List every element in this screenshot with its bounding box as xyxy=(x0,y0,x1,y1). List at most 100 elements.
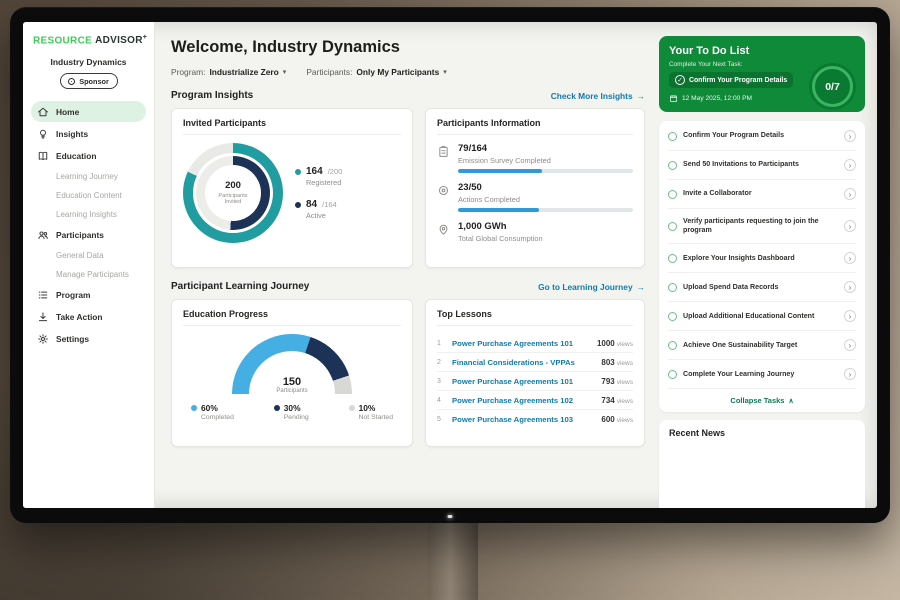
task-checkbox xyxy=(668,254,677,263)
gauge-center-value: 150 xyxy=(232,376,352,388)
education-gauge-chart: 150 Participants xyxy=(232,334,352,394)
sidebar-item-general-data[interactable]: General Data xyxy=(31,246,146,264)
donut-center-label: Participants Invited xyxy=(213,193,253,206)
task-checkbox xyxy=(668,132,677,141)
task-row-upload-educational-content[interactable]: Upload Additional Educational Content › xyxy=(668,302,856,331)
info-progress-fill xyxy=(458,208,539,212)
nav-label: Learning Journey xyxy=(56,172,118,181)
info-label: Emission Survey Completed xyxy=(458,156,633,165)
task-row-verify-participants[interactable]: Verify participants requesting to join t… xyxy=(668,209,856,244)
lesson-link[interactable]: Financial Considerations - VPPAs xyxy=(452,358,594,367)
sidebar-item-participants[interactable]: Participants xyxy=(31,224,146,245)
survey-icon xyxy=(437,145,450,158)
lesson-link[interactable]: Power Purchase Agreements 101 xyxy=(452,377,594,386)
nav-label: General Data xyxy=(56,251,104,260)
sidebar-item-settings[interactable]: Settings xyxy=(31,328,146,349)
legend-label: Active xyxy=(306,211,342,220)
chevron-right-icon: › xyxy=(844,281,856,293)
invited-legend: 164 /200 Registered 84 /164 xyxy=(295,166,342,220)
sidebar-item-manage-participants[interactable]: Manage Participants xyxy=(31,265,146,283)
arrow-right-icon: → xyxy=(637,91,645,101)
info-label: Actions Completed xyxy=(458,195,633,204)
learning-journey-title: Participant Learning Journey xyxy=(171,281,309,292)
participants-filter-value: Only My Participants xyxy=(356,67,439,77)
lesson-row: 1 Power Purchase Agreements 101 1000view… xyxy=(437,334,633,353)
logo-resource: RESOURCE xyxy=(33,35,92,46)
lesson-row: 4 Power Purchase Agreements 102 734views xyxy=(437,391,633,410)
nav-label: Program xyxy=(56,290,90,300)
task-row-invite-collaborator[interactable]: Invite a Collaborator › xyxy=(668,180,856,209)
program-insights-header: Program Insights Check More Insights → xyxy=(171,90,645,101)
main-content: Welcome, Industry Dynamics Program: Indu… xyxy=(155,22,655,508)
sidebar-item-learning-journey[interactable]: Learning Journey xyxy=(31,167,146,185)
task-row-send-invitations[interactable]: Send 50 Invitations to Participants › xyxy=(668,151,856,180)
task-checkbox xyxy=(668,222,677,231)
sidebar-item-take-action[interactable]: Take Action xyxy=(31,306,146,327)
chevron-right-icon: › xyxy=(844,188,856,200)
task-row-complete-learning-journey[interactable]: Complete Your Learning Journey › xyxy=(668,360,856,389)
card-title: Top Lessons xyxy=(437,309,633,326)
task-checkbox xyxy=(668,190,677,199)
sidebar-item-learning-insights[interactable]: Learning Insights xyxy=(31,205,146,223)
gauge-center-label: Participants xyxy=(232,388,352,394)
legend-not-started: 10% Not Started xyxy=(349,403,393,421)
lesson-rank: 1 xyxy=(437,340,445,347)
lesson-rank: 3 xyxy=(437,378,445,385)
task-checkbox xyxy=(668,341,677,350)
next-task-chip[interactable]: ✓ Confirm Your Program Details xyxy=(669,72,793,88)
chevron-down-icon: ▾ xyxy=(283,68,287,76)
info-value: 23/50 xyxy=(458,182,633,193)
go-to-learning-journey-link[interactable]: Go to Learning Journey → xyxy=(538,282,645,292)
lesson-views: 793views xyxy=(601,377,633,386)
collapse-tasks-link[interactable]: Collapse Tasks∧ xyxy=(668,389,856,408)
page-title: Welcome, Industry Dynamics xyxy=(171,38,645,57)
nav-label: Manage Participants xyxy=(56,270,129,279)
participants-information-card: Participants Information 79/164 Emission… xyxy=(425,108,645,268)
program-insights-cards: Invited Participants 200 Particip xyxy=(171,108,645,268)
sidebar-item-education[interactable]: Education xyxy=(31,145,146,166)
lesson-rank: 4 xyxy=(437,397,445,404)
nav-label: Education xyxy=(56,151,96,161)
target-icon xyxy=(437,184,450,197)
sidebar: RESOURCEADVISOR+ Industry Dynamics Spons… xyxy=(23,22,155,508)
donut-center: 200 Participants Invited xyxy=(213,181,253,206)
program-filter-value: Industrialize Zero xyxy=(209,67,278,77)
program-filter[interactable]: Program: Industrialize Zero ▾ xyxy=(171,67,286,77)
lesson-link[interactable]: Power Purchase Agreements 102 xyxy=(452,396,594,405)
info-value: 1,000 GWh xyxy=(458,221,633,232)
legend-registered: 164 /200 Registered xyxy=(295,166,342,187)
sponsor-badge[interactable]: Sponsor xyxy=(60,73,118,89)
sidebar-item-home[interactable]: Home xyxy=(31,101,146,122)
sidebar-item-education-content[interactable]: Education Content xyxy=(31,186,146,204)
app-logo: RESOURCEADVISOR+ xyxy=(23,32,154,46)
task-row-achieve-target[interactable]: Achieve One Sustainability Target › xyxy=(668,331,856,360)
progress-track xyxy=(458,169,633,173)
task-row-confirm-program[interactable]: Confirm Your Program Details › xyxy=(668,122,856,151)
check-more-insights-link[interactable]: Check More Insights → xyxy=(551,91,645,101)
invited-participants-card: Invited Participants 200 Particip xyxy=(171,108,413,268)
power-led xyxy=(448,515,453,518)
lesson-row: 2 Financial Considerations - VPPAs 803vi… xyxy=(437,353,633,372)
task-checkbox xyxy=(668,283,677,292)
lesson-link[interactable]: Power Purchase Agreements 103 xyxy=(452,415,594,424)
lesson-rank: 2 xyxy=(437,359,445,366)
sidebar-item-insights[interactable]: Insights xyxy=(31,123,146,144)
legend-dot-completed xyxy=(191,405,197,411)
legend-dot-registered xyxy=(295,169,301,175)
monitor-bezel: RESOURCEADVISOR+ Industry Dynamics Spons… xyxy=(10,7,890,523)
program-insights-title: Program Insights xyxy=(171,90,253,101)
legend-total: /200 xyxy=(328,167,343,176)
sidebar-item-program[interactable]: Program xyxy=(31,284,146,305)
lesson-link[interactable]: Power Purchase Agreements 101 xyxy=(452,339,590,348)
task-checkbox xyxy=(668,370,677,379)
task-row-explore-insights[interactable]: Explore Your Insights Dashboard › xyxy=(668,244,856,273)
logo-advisor: ADVISOR xyxy=(95,35,143,46)
learning-journey-header: Participant Learning Journey Go to Learn… xyxy=(171,281,645,292)
legend-pending: 30% Pending xyxy=(274,403,309,421)
lesson-rank: 5 xyxy=(437,416,445,423)
nav-label: Insights xyxy=(56,129,88,139)
participants-filter[interactable]: Participants: Only My Participants ▾ xyxy=(306,67,446,77)
lesson-views: 600views xyxy=(601,415,633,424)
task-row-upload-spend-data[interactable]: Upload Spend Data Records › xyxy=(668,273,856,302)
lesson-views: 803views xyxy=(601,358,633,367)
